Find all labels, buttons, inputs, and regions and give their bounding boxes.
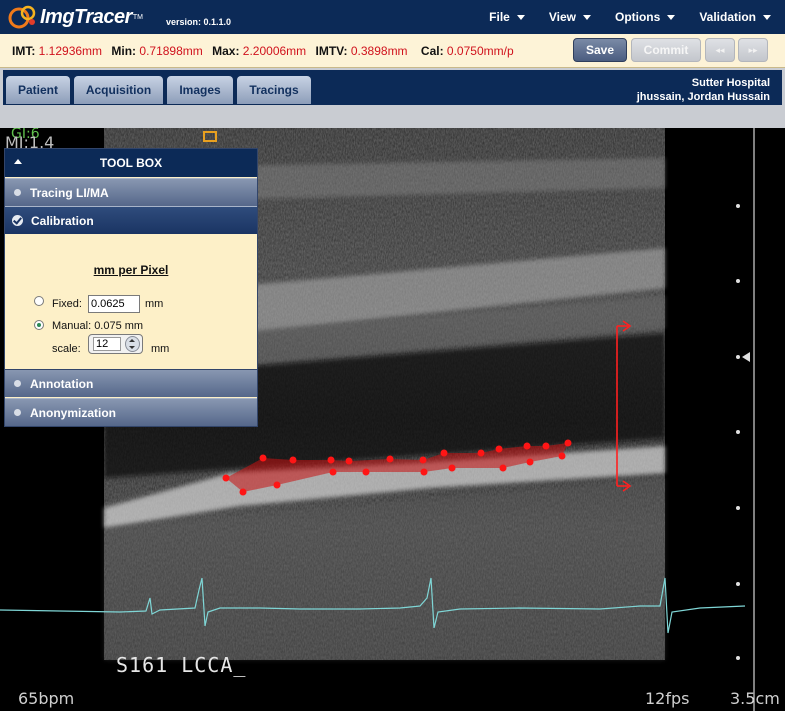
manual-label: Manual: 0.075 mm — [52, 320, 144, 332]
bullet-icon — [14, 380, 21, 387]
next-button[interactable]: ▸▸ — [738, 38, 768, 62]
bullet-icon — [14, 189, 21, 196]
image-label: S161 LCCA_ — [116, 653, 247, 677]
collapse-icon[interactable] — [14, 159, 22, 164]
section-annotation-label: Annotation — [30, 376, 94, 391]
fixed-label: Fixed: — [52, 298, 82, 310]
menu-file-label: File — [489, 10, 510, 24]
max-value: 2.20006mm — [242, 44, 307, 58]
measurement-summary: IMT: 1.12936mm Min: 0.71898mm Max: 2.200… — [12, 44, 514, 58]
min-label: Min: — [111, 44, 137, 58]
scale-unit: mm — [151, 343, 170, 355]
cal-label: Cal: — [420, 44, 444, 58]
scale-stepper[interactable]: 12 — [88, 334, 143, 354]
cal-value: 0.0750mm/p — [446, 44, 514, 58]
tool-box-title: TOOL BOX — [99, 156, 163, 170]
version-label: version: 0.1.1.0 — [166, 17, 232, 27]
imtv-label: IMTV: — [315, 44, 348, 58]
chevron-down-icon — [763, 15, 771, 20]
menu-view[interactable]: View — [549, 10, 591, 24]
calibration-title: mm per Pixel — [93, 263, 169, 277]
logo-icon — [8, 5, 36, 29]
max-label: Max: — [212, 44, 240, 58]
section-calibration[interactable]: Calibration — [5, 206, 257, 234]
imtv-value: 0.3898mm — [350, 44, 408, 58]
menu-validation[interactable]: Validation — [699, 10, 771, 24]
imt-value: 1.12936mm — [38, 44, 103, 58]
bullet-icon — [14, 409, 21, 416]
chevron-down-icon — [582, 15, 591, 20]
section-tracing-label: Tracing LI/MA — [30, 185, 109, 200]
fixed-radio[interactable] — [34, 296, 44, 306]
tab-acquisition[interactable]: Acquisition — [74, 76, 163, 104]
measurement-bar: IMT: 1.12936mm Min: 0.71898mm Max: 2.200… — [0, 34, 785, 68]
trademark: TM — [132, 13, 143, 21]
menu-file[interactable]: File — [489, 10, 525, 24]
menu-options-label: Options — [614, 10, 661, 24]
tab-patient[interactable]: Patient — [6, 76, 70, 104]
section-anonymization-label: Anonymization — [30, 405, 116, 420]
fixed-input[interactable] — [88, 295, 140, 313]
app-name: ImgTracer — [40, 5, 132, 28]
tool-box-header: TOOL BOX — [5, 149, 257, 177]
chevron-down-icon — [516, 15, 525, 20]
scale-label: scale: — [52, 343, 81, 355]
tool-box: TOOL BOX Tracing LI/MA Calibration mm pe… — [4, 148, 258, 427]
user-name: jhussain, Jordan Hussain — [636, 91, 770, 103]
frame-rate-readout: 12fps — [645, 689, 690, 708]
commit-button[interactable]: Commit — [631, 38, 701, 62]
section-annotation[interactable]: Annotation — [5, 369, 257, 397]
min-value: 0.71898mm — [139, 44, 203, 58]
main-menu: File View Options Validation — [465, 0, 771, 34]
tab-images[interactable]: Images — [167, 76, 233, 104]
hospital-name: Sutter Hospital — [691, 77, 770, 89]
manual-radio[interactable] — [34, 320, 44, 330]
app-logo: ImgTracer TM — [8, 3, 143, 31]
save-button[interactable]: Save — [573, 38, 627, 62]
menu-options[interactable]: Options — [614, 10, 676, 24]
separator — [0, 105, 785, 128]
depth-readout: 3.5cm — [730, 689, 780, 708]
user-info: Sutter Hospital jhussain, Jordan Hussain — [637, 76, 770, 104]
stepper-arrows-icon[interactable] — [125, 336, 140, 352]
menu-view-label: View — [548, 10, 576, 24]
chevron-down-icon — [667, 15, 676, 20]
imt-label: IMT: — [12, 44, 36, 58]
app-header: ImgTracer TM version: 0.1.1.0 File View O… — [0, 0, 785, 34]
checkmark-icon — [12, 215, 23, 226]
scale-value[interactable]: 12 — [93, 337, 121, 351]
previous-button[interactable]: ◂◂ — [705, 38, 735, 62]
tab-tracings[interactable]: Tracings — [237, 76, 311, 104]
section-anonymization[interactable]: Anonymization — [5, 398, 257, 426]
fixed-unit: mm — [145, 298, 164, 310]
section-calibration-label: Calibration — [31, 213, 94, 228]
tab-bar: Patient Acquisition Images Tracings Sutt… — [3, 70, 782, 105]
heart-rate-readout: 65bpm — [18, 689, 75, 708]
section-tracing[interactable]: Tracing LI/MA — [5, 178, 257, 206]
menu-validation-label: Validation — [699, 10, 756, 24]
